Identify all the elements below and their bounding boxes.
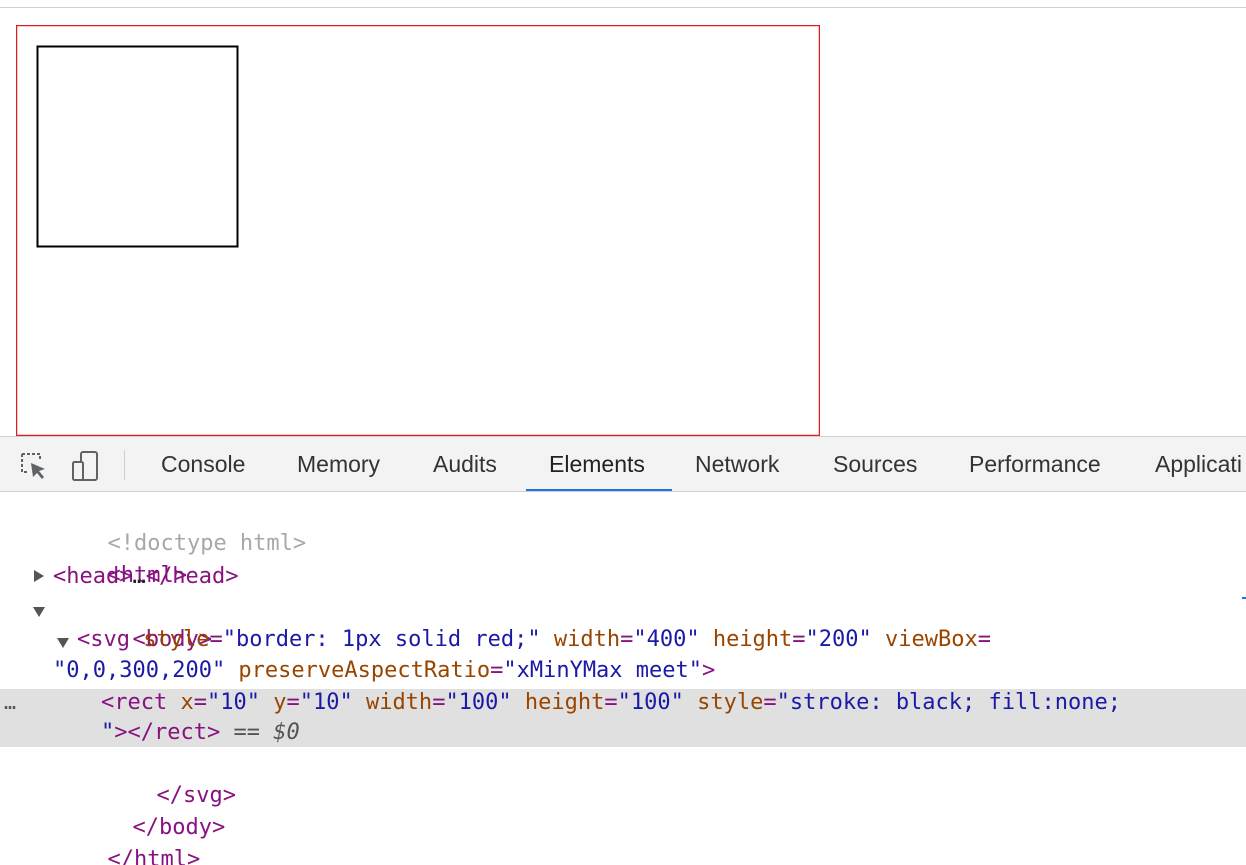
- svg-eq-style: =: [209, 627, 223, 652]
- svg-attr-viewbox: viewBox: [871, 627, 978, 652]
- expand-head-arrow-icon[interactable]: [34, 570, 44, 582]
- svg-attr-preserve: preserveAspectRatio: [225, 658, 491, 683]
- svg-eq-width: =: [620, 627, 634, 652]
- svg-open-end: >: [702, 658, 716, 683]
- svg-attr-width: width: [540, 627, 621, 652]
- rect-eq-width: =: [432, 690, 446, 715]
- svg-val-style: "border: 1px solid red;": [222, 627, 541, 652]
- rect-val-y: "10": [299, 690, 353, 715]
- tab-audits[interactable]: Audits: [433, 437, 497, 491]
- dom-node-body[interactable]: <body>: [53, 593, 211, 652]
- tab-performance[interactable]: Performance: [969, 437, 1101, 491]
- head-collapsed-ellipsis[interactable]: …: [132, 564, 145, 589]
- rect-attr-style: style: [683, 690, 764, 715]
- toolbar-separator: [124, 450, 125, 480]
- inspect-element-icon[interactable]: [18, 450, 50, 482]
- dom-node-svg-close[interactable]: </svg>: [77, 749, 235, 808]
- tab-sources[interactable]: Sources: [833, 437, 917, 491]
- svg-tag-name: <svg: [77, 627, 130, 652]
- dom-node-body-close[interactable]: </body>: [53, 781, 225, 840]
- dom-node-html[interactable]: <html>: [28, 529, 186, 588]
- devtools-tabbar: Console Memory Audits Elements Network S…: [0, 437, 1246, 492]
- svg-attr-style: style: [129, 627, 210, 652]
- demo-rect[interactable]: [36, 45, 239, 248]
- elements-dom-tree: … <!doctype html> <html> <head>…</head> …: [0, 493, 1246, 865]
- tab-console[interactable]: Console: [161, 437, 245, 491]
- dom-node-rect-line1[interactable]: <rect x="10" y="10" width="100" height="…: [101, 687, 1121, 718]
- dom-node-doctype[interactable]: <!doctype html>: [28, 497, 306, 556]
- tab-memory[interactable]: Memory: [297, 437, 380, 491]
- rect-val-x: "10": [206, 690, 260, 715]
- active-tab-indicator: [526, 489, 672, 491]
- svg-eq-height: =: [792, 627, 806, 652]
- scrollbar-marker[interactable]: [1242, 597, 1246, 599]
- devtools-panel: Console Memory Audits Elements Network S…: [0, 436, 1246, 865]
- svg-val-preserve: "xMinYMax meet": [503, 658, 703, 683]
- svg-border: [16, 25, 820, 436]
- rect-eq-x: =: [193, 690, 207, 715]
- rect-eq-style: =: [763, 690, 777, 715]
- rect-val-width: "100": [445, 690, 512, 715]
- rect-attr-x: x: [167, 690, 194, 715]
- rect-val-height: "100": [617, 690, 684, 715]
- svg-eq-preserve: =: [490, 658, 504, 683]
- tab-application[interactable]: Applicati: [1155, 437, 1242, 491]
- rect-tag-name: <rect: [101, 690, 168, 715]
- device-toolbar-icon[interactable]: [70, 450, 102, 482]
- svg-attr-height: height: [699, 627, 793, 652]
- selected-node-var: $0: [273, 720, 300, 745]
- collapse-svg-arrow-icon[interactable]: [57, 638, 69, 648]
- dom-node-svg-line2[interactable]: "0,0,300,200" preserveAspectRatio="xMinY…: [53, 655, 715, 686]
- demo-svg[interactable]: [16, 25, 820, 436]
- rect-val-style-end: ": [101, 720, 115, 745]
- dom-node-html-close[interactable]: </html>: [28, 813, 200, 865]
- rect-eq-y: =: [286, 690, 300, 715]
- head-open-tag: <head>: [53, 564, 133, 589]
- dom-node-rect-line2[interactable]: "></rect> == $0: [101, 717, 300, 748]
- rect-val-style: "stroke: black; fill:none;: [776, 690, 1121, 715]
- tab-elements[interactable]: Elements: [549, 437, 645, 491]
- dom-node-svg-line1[interactable]: <svg style="border: 1px solid red;" widt…: [77, 624, 991, 655]
- svg-val-width: "400": [633, 627, 700, 652]
- svg-val-viewbox: "0,0,300,200": [53, 658, 226, 683]
- rect-attr-height: height: [511, 690, 605, 715]
- html-close-tag: </html>: [107, 847, 201, 865]
- rect-close-tag: ></rect>: [114, 720, 221, 745]
- tab-network[interactable]: Network: [695, 437, 779, 491]
- dom-node-head[interactable]: <head>…</head>: [53, 561, 238, 592]
- collapse-body-arrow-icon[interactable]: [33, 607, 45, 617]
- page-viewport: [0, 8, 1246, 436]
- rect-eq-height: =: [604, 690, 618, 715]
- svg-val-height: "200": [805, 627, 872, 652]
- node-actions-ellipsis[interactable]: …: [4, 691, 16, 713]
- selected-node-marker: ==: [220, 720, 274, 745]
- rect-attr-width: width: [352, 690, 433, 715]
- svg-eq-viewbox: =: [977, 627, 991, 652]
- rect-attr-y: y: [259, 690, 287, 715]
- head-close-tag: </head>: [145, 564, 239, 589]
